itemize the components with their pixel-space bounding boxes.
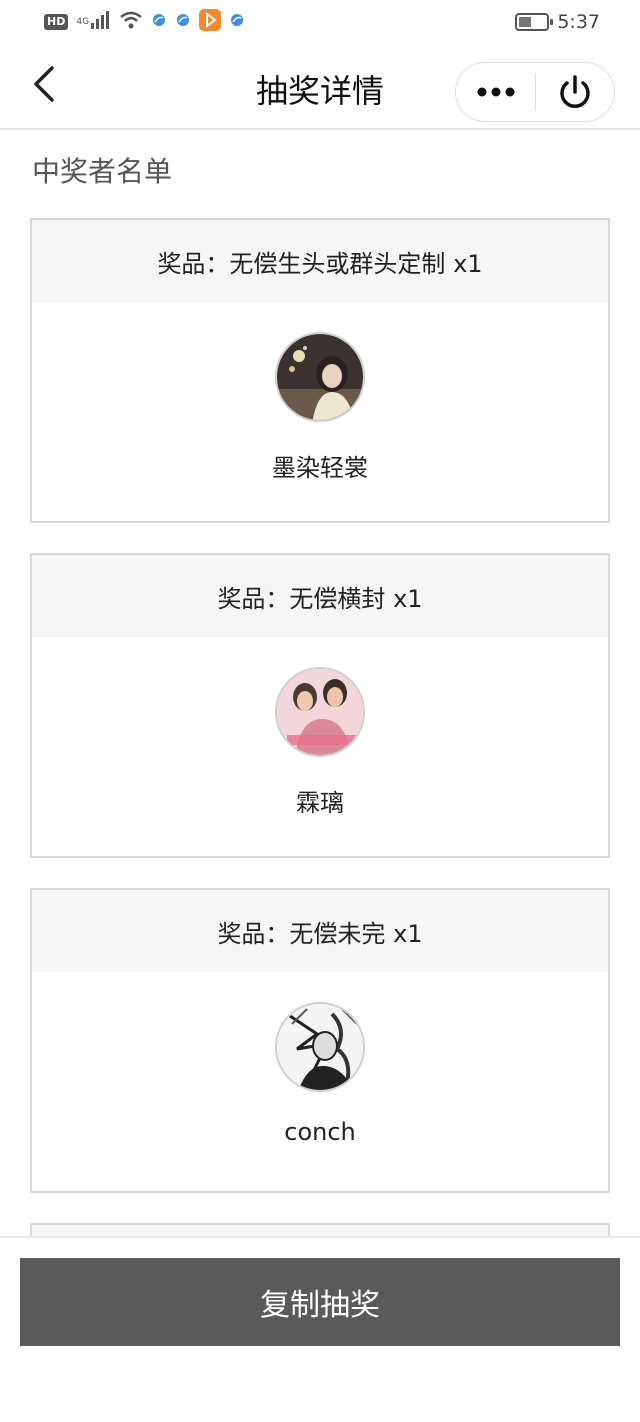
network-type-label: 4G bbox=[76, 17, 90, 27]
clock-time: 5:37 bbox=[557, 11, 600, 33]
winner-name: 霖璃 bbox=[296, 789, 344, 817]
more-dots-icon bbox=[477, 87, 514, 97]
prize-card: 奖品：无偿横封 x1 霖璃 bbox=[30, 553, 610, 858]
bottom-bar: 复制抽奖 bbox=[0, 1236, 640, 1422]
status-bar: HD 4G 5:37 bbox=[0, 0, 640, 44]
prize-label: 奖品：无偿横封 x1 bbox=[32, 555, 608, 637]
nav-bar: 抽奖详情 bbox=[0, 44, 640, 130]
prize-card: 奖品：无偿生头或群头定制 x1 墨染轻裳 bbox=[30, 218, 610, 523]
chevron-left-icon bbox=[34, 66, 54, 102]
prize-label: 奖品：无偿生头或群头定制 x1 bbox=[32, 220, 608, 302]
mini-program-capsule bbox=[455, 62, 615, 122]
app-notification-icon bbox=[175, 12, 191, 32]
prize-label: 奖品：无偿未完 x1 bbox=[32, 890, 608, 972]
winners-section-title: 中奖者名单 bbox=[32, 155, 173, 188]
winner-avatar[interactable] bbox=[275, 1002, 365, 1092]
prize-card: 奖品：无偿未完 x1 conch bbox=[30, 888, 610, 1193]
hd-badge: HD bbox=[44, 14, 69, 30]
video-app-icon bbox=[199, 9, 222, 35]
app-notification-icon bbox=[151, 12, 167, 32]
status-icons: HD 4G bbox=[44, 9, 245, 35]
back-button[interactable] bbox=[22, 60, 66, 108]
winner-entry[interactable]: conch bbox=[32, 972, 608, 1190]
winner-avatar[interactable] bbox=[275, 667, 365, 757]
app-notification-icon bbox=[229, 12, 245, 32]
winner-entry[interactable]: 墨染轻裳 bbox=[32, 302, 608, 520]
power-icon bbox=[560, 75, 590, 108]
winner-name: conch bbox=[284, 1118, 356, 1146]
wifi-icon bbox=[119, 11, 143, 33]
close-button[interactable] bbox=[536, 63, 614, 121]
status-right: 5:37 bbox=[515, 11, 600, 33]
winner-name: 墨染轻裳 bbox=[272, 454, 368, 482]
winner-entry[interactable]: 霖璃 bbox=[32, 637, 608, 855]
battery-icon bbox=[515, 13, 554, 31]
winner-avatar[interactable] bbox=[275, 332, 365, 422]
more-button[interactable] bbox=[456, 63, 535, 121]
copy-lottery-button[interactable]: 复制抽奖 bbox=[20, 1258, 620, 1346]
signal-icon bbox=[91, 11, 111, 33]
